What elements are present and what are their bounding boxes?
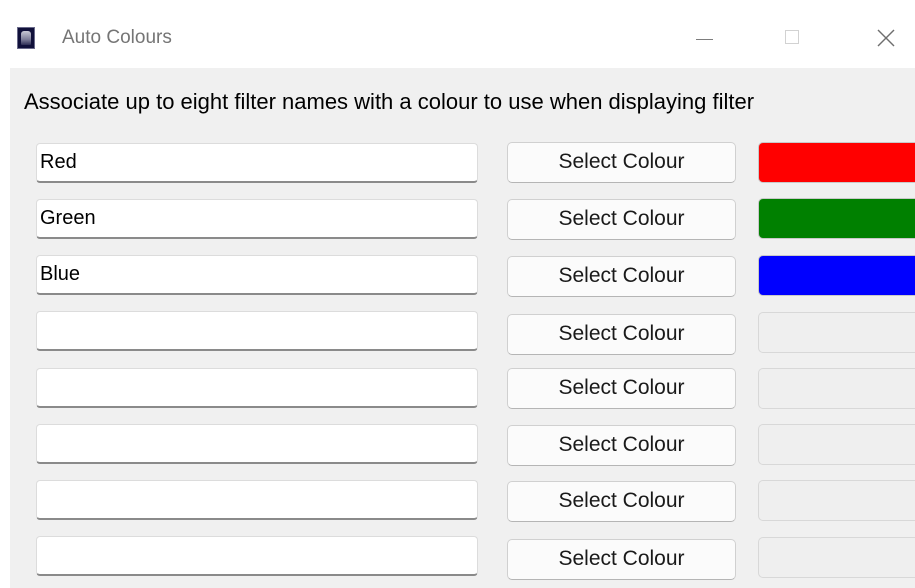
select-colour-button-2[interactable]: Select Colour (507, 199, 736, 240)
select-colour-button-5[interactable]: Select Colour (507, 368, 736, 409)
auto-colours-window: Auto Colours Associate up to eight filte… (0, 0, 915, 588)
colour-swatch-2 (758, 198, 915, 239)
colour-swatch-5 (758, 368, 915, 409)
app-icon (17, 27, 35, 49)
close-icon (877, 29, 895, 47)
colour-swatch-6 (758, 424, 915, 465)
select-colour-button-1[interactable]: Select Colour (507, 142, 736, 183)
colour-swatch-7 (758, 480, 915, 521)
description-label: Associate up to eight filter names with … (24, 89, 755, 114)
maximize-icon (785, 30, 799, 44)
minimize-button[interactable] (680, 18, 726, 58)
filter-name-input-5[interactable] (36, 368, 478, 408)
filter-name-input-6[interactable] (36, 424, 478, 464)
filter-name-input-4[interactable] (36, 311, 478, 351)
colour-swatch-4 (758, 312, 915, 353)
select-colour-button-8[interactable]: Select Colour (507, 539, 736, 580)
maximize-button (772, 18, 818, 58)
select-colour-button-6[interactable]: Select Colour (507, 425, 736, 466)
colour-swatch-1 (758, 142, 915, 183)
colour-swatch-8 (758, 537, 915, 578)
select-colour-button-3[interactable]: Select Colour (507, 256, 736, 297)
filter-name-input-7[interactable] (36, 480, 478, 520)
filter-name-input-3[interactable] (36, 255, 478, 295)
close-button[interactable] (862, 18, 908, 58)
filter-name-input-8[interactable] (36, 536, 478, 576)
minimize-icon (696, 39, 713, 40)
select-colour-button-4[interactable]: Select Colour (507, 314, 736, 355)
window-title: Auto Colours (62, 27, 172, 48)
filter-name-input-2[interactable] (36, 199, 478, 239)
title-bar[interactable]: Auto Colours (0, 0, 915, 68)
colour-swatch-3 (758, 255, 915, 296)
filter-name-input-1[interactable] (36, 143, 478, 183)
select-colour-button-7[interactable]: Select Colour (507, 481, 736, 522)
